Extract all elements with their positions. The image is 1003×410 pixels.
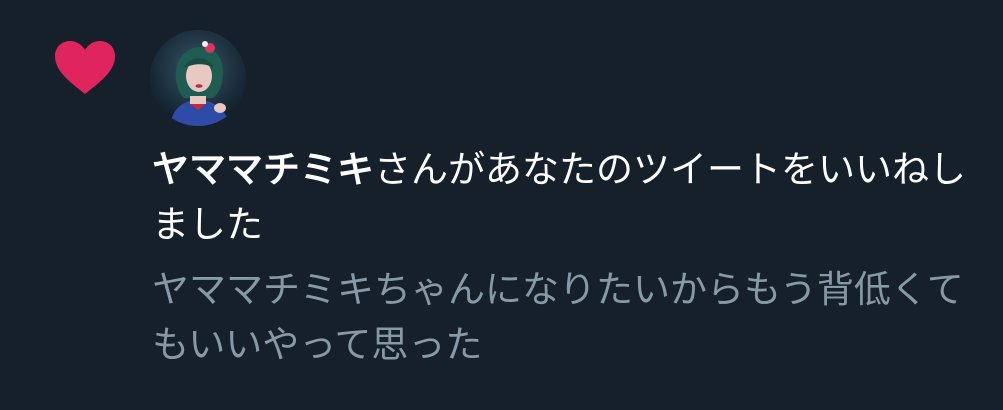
tweet-text[interactable]: ヤママチミキちゃんになりたいからもう背低くてもいいやって思った (152, 262, 982, 372)
avatar-image (150, 30, 246, 126)
heart-icon (55, 41, 115, 94)
avatar[interactable] (150, 30, 246, 126)
notification-message: ヤママチミキさんがあなたのツイートをいいねしました (152, 142, 982, 252)
like-notification[interactable]: ヤママチミキさんがあなたのツイートをいいねしました ヤママチミキちゃんになりたい… (0, 0, 1003, 410)
user-name[interactable]: ヤママチミキ (152, 148, 374, 191)
